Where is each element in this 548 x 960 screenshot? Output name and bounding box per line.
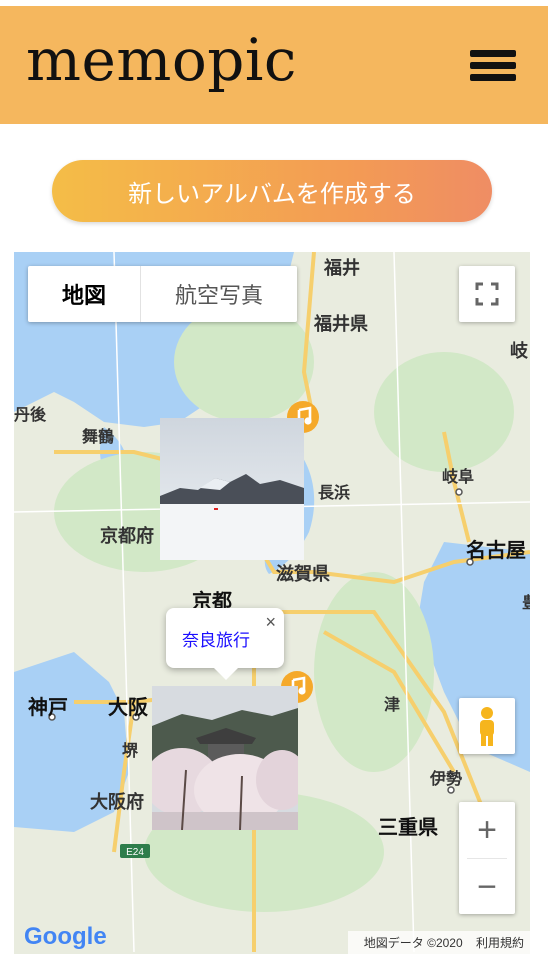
label-fukui-pref: 福井県 xyxy=(313,313,368,334)
app-header: memopic xyxy=(0,6,548,124)
zoom-out-button[interactable]: − xyxy=(459,859,515,915)
hamburger-menu-icon[interactable] xyxy=(470,50,516,82)
label-mie: 三重県 xyxy=(378,816,438,839)
label-maizuru: 舞鶴 xyxy=(82,427,114,446)
create-album-button[interactable]: 新しいアルバムを作成する xyxy=(52,160,492,222)
label-toyo: 豊 xyxy=(522,593,530,612)
label-tango: 丹後 xyxy=(14,405,47,424)
highway-shield-label: E24 xyxy=(126,847,144,858)
google-logo-text: Google xyxy=(24,923,107,950)
album-title-link[interactable]: 奈良旅行 xyxy=(182,626,250,651)
map-type-map-button[interactable]: 地図 xyxy=(28,266,142,322)
label-tsu: 津 xyxy=(384,696,400,714)
map-attribution: 地図データ ©2020 利用規約 xyxy=(347,931,530,954)
street-view-pegman-button[interactable] xyxy=(459,698,515,754)
google-logo[interactable]: Google xyxy=(24,920,114,954)
map-info-window: 奈良旅行 × xyxy=(166,608,284,680)
cherry-temple-image xyxy=(152,686,298,830)
label-gifu: 岐阜 xyxy=(442,467,474,486)
label-fukui: 福井 xyxy=(323,257,360,278)
label-kobe: 神戸 xyxy=(28,695,68,719)
album-photo-cherry-temple[interactable] xyxy=(152,686,298,830)
terms-link[interactable]: 利用規約 xyxy=(476,936,524,950)
map-type-control: 地図 航空写真 xyxy=(28,266,298,322)
album-photo-snow-mountain[interactable] xyxy=(160,418,304,560)
fullscreen-button[interactable] xyxy=(459,266,515,322)
map-view[interactable]: E24 福井 福井県 岐 丹後 舞鶴 長浜 岐阜 京都府 名古屋 滋賀県 豊 京… xyxy=(14,252,530,954)
label-ise: 伊勢 xyxy=(429,769,462,788)
label-osakafu: 大阪府 xyxy=(90,791,144,812)
zoom-in-button[interactable]: + xyxy=(459,802,515,858)
label-kyotofu: 京都府 xyxy=(100,525,154,546)
label-nagahama: 長浜 xyxy=(318,483,350,502)
label-shiga: 滋賀県 xyxy=(276,563,330,584)
map-canvas[interactable]: E24 福井 福井県 岐 丹後 舞鶴 長浜 岐阜 京都府 名古屋 滋賀県 豊 京… xyxy=(14,252,530,954)
snow-mountain-image xyxy=(160,418,304,560)
label-nagoya: 名古屋 xyxy=(466,538,526,562)
label-osaka: 大阪 xyxy=(108,695,149,719)
map-data-credit: 地図データ ©2020 xyxy=(363,936,463,950)
label-sakai: 堺 xyxy=(122,741,139,760)
map-type-satellite-button[interactable]: 航空写真 xyxy=(141,266,297,322)
pegman-icon xyxy=(480,707,494,746)
label-gi: 岐 xyxy=(510,340,529,361)
brand-logo[interactable]: memopic xyxy=(26,26,297,94)
google-logo-label: Google xyxy=(24,923,107,950)
close-icon[interactable]: × xyxy=(265,612,276,633)
zoom-control: + − xyxy=(459,802,515,914)
fullscreen-icon xyxy=(475,282,499,306)
